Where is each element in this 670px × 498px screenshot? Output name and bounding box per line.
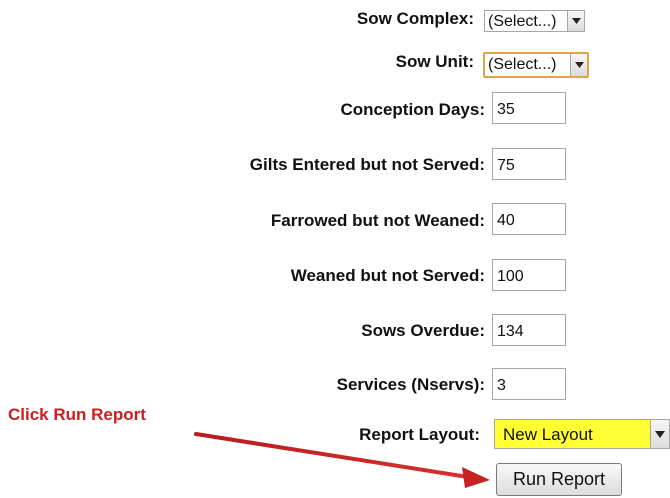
gilts-entered-label: Gilts Entered but not Served: (249, 155, 485, 174)
chevron-down-icon[interactable] (650, 420, 669, 448)
sow-complex-label: Sow Complex: (356, 9, 474, 28)
sow-unit-value: (Select...) (488, 56, 557, 73)
sow-complex-value: (Select...) (488, 13, 557, 30)
farrowed-label: Farrowed but not Weaned: (270, 211, 485, 230)
weaned-input[interactable]: 100 (492, 259, 566, 291)
sow-unit-label: Sow Unit: (395, 52, 474, 71)
weaned-label: Weaned but not Served: (290, 266, 485, 285)
report-layout-select[interactable]: New Layout (494, 419, 670, 449)
conception-days-input[interactable]: 35 (492, 92, 566, 124)
sow-unit-select[interactable]: (Select...) (483, 52, 589, 78)
report-layout-label: Report Layout: (359, 425, 480, 444)
sow-complex-select[interactable]: (Select...) (484, 10, 585, 32)
run-report-button[interactable]: Run Report (496, 463, 622, 496)
annotation-text: Click Run Report (8, 405, 146, 424)
services-label: Services (Nservs): (336, 375, 485, 394)
sows-overdue-input[interactable]: 134 (492, 314, 566, 346)
sows-overdue-label: Sows Overdue: (361, 321, 485, 340)
chevron-down-icon[interactable] (567, 11, 584, 31)
conception-days-label: Conception Days: (340, 100, 485, 119)
farrowed-input[interactable]: 40 (492, 203, 566, 235)
gilts-entered-input[interactable]: 75 (492, 148, 566, 180)
chevron-down-icon[interactable] (570, 54, 587, 76)
services-input[interactable]: 3 (492, 368, 566, 400)
report-layout-value: New Layout (503, 425, 593, 444)
